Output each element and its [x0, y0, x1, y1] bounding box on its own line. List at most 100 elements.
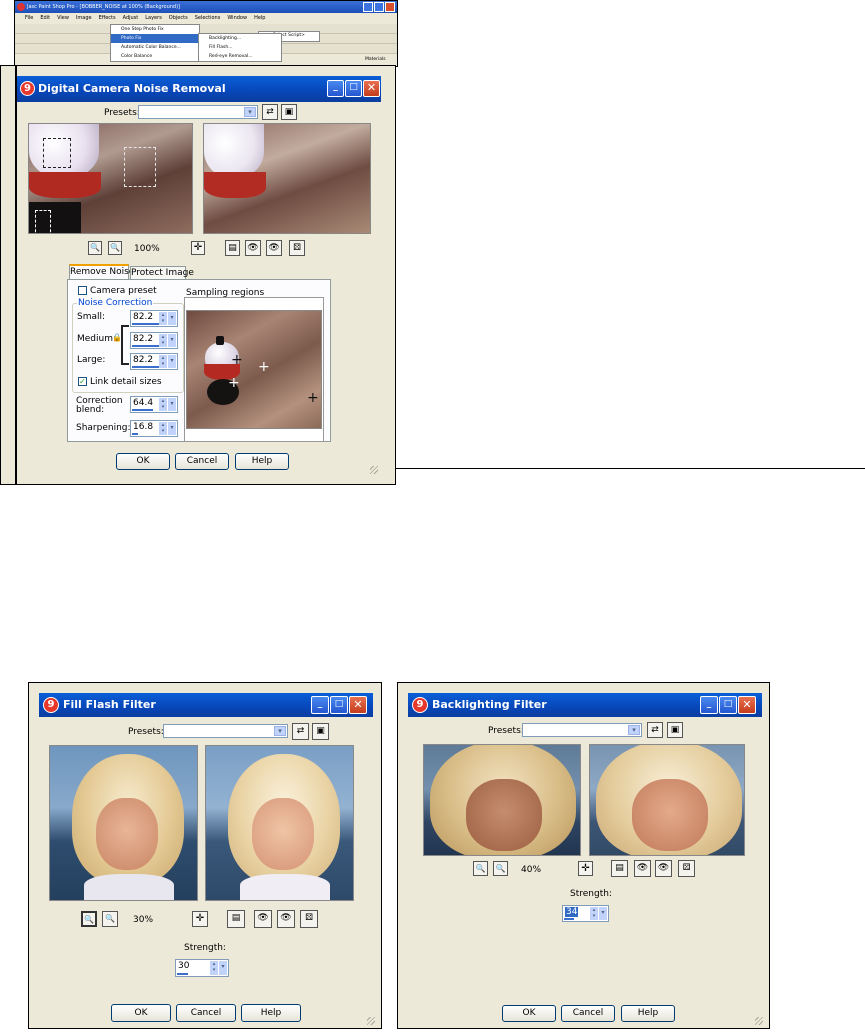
- link-detail-sizes-checkbox[interactable]: ✓: [78, 377, 87, 386]
- help-button[interactable]: Help: [241, 1004, 301, 1022]
- zoom-out-icon[interactable]: 🔍: [81, 911, 97, 927]
- chevron-down-icon[interactable]: ▾: [168, 312, 176, 325]
- spin-icon[interactable]: ▴ ▾: [210, 961, 218, 975]
- split-preview-icon[interactable]: ▤: [227, 910, 245, 928]
- medium-input[interactable]: 82.2 ▴ ▾ ▾: [130, 332, 178, 349]
- preview-toggle-icon[interactable]: 👁: [254, 910, 272, 928]
- spin-icon[interactable]: ▴ ▾: [159, 398, 167, 411]
- menu-edit[interactable]: Edit: [40, 13, 50, 23]
- split-preview-icon[interactable]: ▤: [611, 860, 628, 877]
- close-icon[interactable]: ✕: [738, 696, 756, 714]
- menu-item-red-eye-removal[interactable]: Red-eye Removal...: [199, 52, 281, 61]
- menu-item-backlighting[interactable]: Backlighting...: [199, 34, 281, 43]
- menu-window[interactable]: Window: [227, 13, 247, 23]
- zoom-out-icon[interactable]: 🔍: [88, 241, 102, 255]
- sampling-region-image[interactable]: + + + +: [186, 310, 322, 429]
- close-icon[interactable]: [385, 2, 395, 12]
- randomize-icon[interactable]: ⚄: [289, 240, 305, 256]
- menu-image[interactable]: Image: [76, 13, 92, 23]
- chevron-down-icon[interactable]: ▾: [168, 398, 176, 411]
- save-preset-icon[interactable]: ▣: [312, 723, 329, 740]
- resize-grip-icon[interactable]: [370, 466, 378, 474]
- menu-item-fill-flash[interactable]: Fill Flash...: [199, 43, 281, 52]
- minimize-icon[interactable]: _: [311, 696, 329, 714]
- load-preset-icon[interactable]: ⇄: [292, 723, 309, 740]
- spin-icon[interactable]: ▴ ▾: [159, 355, 167, 368]
- menu-item-one-step-photo-fix[interactable]: One Step Photo Fix: [111, 25, 199, 34]
- preview-toggle-icon[interactable]: 👁: [245, 240, 261, 256]
- zoom-in-icon[interactable]: 🔍: [108, 241, 122, 255]
- small-input[interactable]: 82.2 ▴ ▾ ▾: [130, 310, 178, 327]
- before-preview[interactable]: [28, 123, 193, 234]
- load-preset-icon[interactable]: ⇄: [262, 104, 278, 120]
- chevron-down-icon[interactable]: ▾: [168, 422, 176, 435]
- sharpening-input[interactable]: 16.8 ▴ ▾ ▾: [130, 420, 178, 437]
- before-preview[interactable]: [423, 744, 581, 856]
- menu-item-auto-color-balance[interactable]: Automatic Color Balance...: [111, 43, 199, 52]
- camera-preset-checkbox[interactable]: [78, 286, 87, 295]
- maximize-icon[interactable]: □: [330, 696, 348, 714]
- minimize-icon[interactable]: _: [700, 696, 718, 714]
- after-preview[interactable]: [589, 744, 745, 856]
- menu-file[interactable]: File: [25, 13, 33, 23]
- menu-adjust[interactable]: Adjust: [123, 13, 139, 23]
- menu-help[interactable]: Help: [254, 13, 265, 23]
- before-preview[interactable]: [49, 745, 198, 901]
- menu-effects[interactable]: Effects: [99, 13, 116, 23]
- sample-point-icon[interactable]: +: [231, 353, 243, 367]
- chevron-down-icon[interactable]: ▾: [168, 334, 176, 347]
- cancel-button[interactable]: Cancel: [175, 453, 229, 470]
- save-preset-icon[interactable]: ▣: [667, 722, 683, 738]
- zoom-out-icon[interactable]: 🔍: [473, 861, 488, 876]
- preview-toggle-icon[interactable]: 👁: [634, 860, 651, 877]
- sampling-region[interactable]: [35, 210, 51, 233]
- zoom-in-icon[interactable]: 🔍: [102, 911, 118, 927]
- strength-input[interactable]: 30 ▴ ▾ ▾: [175, 959, 229, 977]
- close-icon[interactable]: ✕: [363, 80, 380, 97]
- presets-combo[interactable]: ▾: [163, 724, 288, 738]
- load-preset-icon[interactable]: ⇄: [647, 722, 663, 738]
- preview-on-image-icon[interactable]: 👁: [266, 240, 282, 256]
- spin-icon[interactable]: ▴ ▾: [159, 312, 167, 325]
- chevron-down-icon[interactable]: ▾: [168, 355, 176, 368]
- randomize-icon[interactable]: ⚄: [300, 910, 318, 928]
- minimize-icon[interactable]: [363, 2, 373, 12]
- spin-icon[interactable]: ▴ ▾: [159, 334, 167, 347]
- close-icon[interactable]: ✕: [349, 696, 367, 714]
- tab-remove-noise[interactable]: Remove Noise: [69, 264, 134, 279]
- chevron-down-icon[interactable]: ▾: [599, 907, 607, 920]
- spin-icon[interactable]: ▴ ▾: [159, 422, 167, 435]
- tab-protect-image[interactable]: Protect Image: [130, 266, 194, 279]
- minimize-icon[interactable]: _: [327, 80, 344, 97]
- cancel-button[interactable]: Cancel: [561, 1005, 615, 1022]
- menu-item-photo-fix[interactable]: Photo Fix: [111, 34, 199, 43]
- presets-combo[interactable]: ▾: [522, 723, 642, 737]
- save-preset-icon[interactable]: ▣: [281, 104, 297, 120]
- sample-point-icon[interactable]: +: [258, 360, 270, 374]
- maximize-icon[interactable]: [374, 2, 384, 12]
- spin-icon[interactable]: ▴ ▾: [590, 907, 598, 920]
- after-preview[interactable]: [205, 745, 354, 901]
- randomize-icon[interactable]: ⚄: [678, 860, 695, 877]
- ok-button[interactable]: OK: [116, 453, 170, 470]
- large-input[interactable]: 82.2 ▴ ▾ ▾: [130, 353, 178, 370]
- help-button[interactable]: Help: [621, 1005, 675, 1022]
- menu-selections[interactable]: Selections: [195, 13, 221, 23]
- presets-combo[interactable]: ▾: [138, 105, 258, 119]
- menu-view[interactable]: View: [57, 13, 69, 23]
- ok-button[interactable]: OK: [111, 1004, 171, 1022]
- preview-on-image-icon[interactable]: 👁: [277, 910, 295, 928]
- maximize-icon[interactable]: □: [719, 696, 737, 714]
- sampling-region[interactable]: [124, 147, 156, 187]
- ok-button[interactable]: OK: [502, 1005, 556, 1022]
- menu-layers[interactable]: Layers: [145, 13, 162, 23]
- split-preview-icon[interactable]: ▤: [225, 240, 240, 256]
- after-preview[interactable]: [203, 123, 371, 234]
- pan-icon[interactable]: ✛: [578, 861, 593, 876]
- maximize-icon[interactable]: □: [345, 80, 362, 97]
- preview-on-image-icon[interactable]: 👁: [655, 860, 672, 877]
- chevron-down-icon[interactable]: ▾: [219, 961, 227, 975]
- menu-objects[interactable]: Objects: [169, 13, 188, 23]
- correction-blend-input[interactable]: 64.4 ▴ ▾ ▾: [130, 396, 178, 413]
- help-button[interactable]: Help: [235, 453, 289, 470]
